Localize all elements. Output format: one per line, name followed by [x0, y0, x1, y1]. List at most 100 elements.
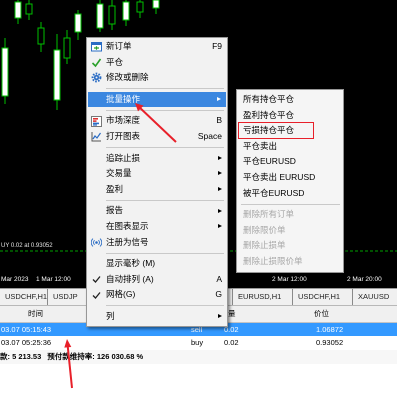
cell-time: 03.07 05:15:43	[1, 325, 52, 334]
submenu-arrow-icon	[218, 171, 222, 176]
time-axis-label: 1 Mar 12:00	[36, 276, 71, 283]
menu-item-label: 平仓卖出 EURUSD	[243, 171, 316, 182]
menu-item-volume[interactable]: 交易量	[87, 166, 227, 182]
column-header-volume[interactable]: 量	[228, 306, 236, 322]
batch-operations-submenu: 所有持仓平仓 盈利持仓平仓 亏损持仓平仓 平仓卖出 平仓EURUSD 平仓卖出 …	[236, 89, 344, 273]
menu-item-show-on-chart[interactable]: 在图表显示	[87, 219, 227, 235]
cell-price: 1.06872	[316, 325, 344, 334]
menu-item-trailing-stop[interactable]: 追踪止损	[87, 151, 227, 167]
chart-tab[interactable]: USDCHF,H1	[0, 289, 47, 305]
menu-item-profit[interactable]: 盈利	[87, 182, 227, 198]
candle	[53, 34, 61, 110]
market-depth-icon	[91, 115, 102, 127]
chart-tab[interactable]: EURUSD,H1	[232, 289, 281, 305]
annotation-highlight-box	[238, 122, 314, 139]
menu-item-grid[interactable]: 网格(G) G	[87, 287, 227, 303]
time-axis-label: Mar 2023	[1, 276, 29, 283]
candle	[74, 10, 82, 40]
cell-type: buy	[191, 338, 204, 347]
cell-time: 03.07 05:25:36	[1, 338, 52, 347]
close-check-icon	[91, 57, 102, 68]
menu-shortcut: B	[216, 115, 222, 126]
menu-item-label: 市场深度	[106, 115, 141, 126]
submenu-item-close-all[interactable]: 所有持仓平仓	[237, 92, 343, 108]
menu-item-market-depth[interactable]: 市场深度 B	[87, 113, 227, 129]
menu-shortcut: F9	[212, 41, 222, 51]
menu-item-label: 删除限价单	[243, 224, 286, 235]
signal-icon	[91, 237, 102, 248]
menu-item-columns[interactable]: 列	[87, 309, 227, 325]
menu-item-label: 平仓	[106, 56, 124, 67]
chart-tab[interactable]: XAUUSD	[352, 289, 389, 305]
menu-item-register-signal[interactable]: 注册为信号	[87, 235, 227, 251]
account-summary-row: 款: 5 213.53 预付款维持率: 126 030.68 %	[0, 350, 397, 364]
candle	[122, 0, 130, 26]
cell-price: 0.93052	[316, 338, 344, 347]
candle	[63, 30, 71, 64]
menu-item-label: 报告	[106, 205, 124, 216]
time-axis-label: 2 Mar 12:00	[272, 276, 307, 283]
balance-text: 款: 5 213.53	[0, 352, 42, 361]
checkmark-icon	[91, 274, 102, 285]
menu-item-label: 网格(G)	[106, 289, 136, 300]
menu-shortcut: G	[215, 289, 222, 300]
submenu-arrow-icon	[218, 155, 222, 160]
menu-item-label: 追踪止损	[106, 152, 141, 163]
menu-item-close-position[interactable]: 平仓	[87, 55, 227, 71]
submenu-item-delete-all-orders: 删除所有订单	[237, 207, 343, 223]
menu-item-label: 注册为信号	[106, 236, 149, 247]
candle	[37, 22, 45, 52]
menu-item-label: 删除止损限价单	[243, 255, 303, 266]
chart-tab[interactable]: USDJP	[47, 289, 78, 305]
checkmark-icon	[91, 290, 102, 301]
candle	[152, 0, 160, 14]
submenu-item-closed-by-eurusd[interactable]: 被平仓EURUSD	[237, 186, 343, 202]
candle	[96, 0, 104, 32]
menu-item-modify-delete[interactable]: 修改或删除	[87, 70, 227, 86]
menu-item-label: 批量操作	[106, 93, 141, 104]
menu-item-label: 盈利	[106, 183, 124, 194]
menu-item-label: 平仓卖出	[243, 140, 278, 151]
menu-item-label: 修改或删除	[106, 72, 149, 83]
menu-shortcut: A	[216, 273, 222, 284]
submenu-item-close-sell[interactable]: 平仓卖出	[237, 139, 343, 155]
new-order-icon	[91, 41, 102, 52]
menu-shortcut: Space	[197, 130, 222, 141]
cell-volume: 0.02	[224, 338, 239, 347]
menu-item-report[interactable]: 报告	[87, 203, 227, 219]
column-header-time[interactable]: 时间	[28, 306, 43, 322]
candle	[136, 0, 144, 18]
menu-item-label: 列	[106, 310, 115, 321]
candle	[108, 0, 116, 30]
menu-item-show-milliseconds[interactable]: 显示毫秒 (M)	[87, 256, 227, 272]
submenu-item-close-sell-eurusd[interactable]: 平仓卖出 EURUSD	[237, 170, 343, 186]
candle	[14, 0, 22, 24]
submenu-item-delete-stop-limit-orders: 删除止损限价单	[237, 254, 343, 270]
gear-icon	[91, 72, 102, 83]
menu-item-new-order[interactable]: 新订单 F9	[87, 39, 227, 55]
menu-item-label: 显示毫秒 (M)	[106, 258, 156, 269]
menu-item-batch-operations[interactable]: 批量操作	[88, 91, 226, 108]
submenu-item-close-eurusd[interactable]: 平仓EURUSD	[237, 154, 343, 170]
menu-item-label: 交易量	[106, 168, 132, 179]
submenu-arrow-icon	[218, 224, 222, 229]
menu-item-label: 所有持仓平仓	[243, 94, 295, 104]
menu-item-label: 打开图表	[106, 130, 141, 141]
submenu-arrow-icon	[217, 97, 221, 102]
submenu-arrow-icon	[218, 187, 222, 192]
submenu-item-delete-limit-orders: 删除限价单	[237, 223, 343, 239]
submenu-item-close-profitable[interactable]: 盈利持仓平仓	[237, 108, 343, 124]
context-menu: 新订单 F9 平仓 修改或删除 批量操作 市场深度 B 打开图表 Space 追…	[86, 37, 228, 327]
chart-tab[interactable]: USDCHF,H1	[292, 289, 340, 305]
submenu-arrow-icon	[218, 314, 222, 319]
time-axis-label: 2 Mar 20:00	[347, 276, 382, 283]
menu-item-label: 被平仓EURUSD	[243, 187, 305, 198]
table-row[interactable]: 03.07 05:25:36 buy 0.02 0.93052	[0, 336, 397, 349]
column-header-price[interactable]: 价位	[314, 306, 329, 322]
menu-item-open-chart[interactable]: 打开图表 Space	[87, 129, 227, 145]
margin-level-text: 预付款维持率: 126 030.68 %	[47, 352, 144, 361]
menu-item-auto-arrange[interactable]: 自动排列 (A) A	[87, 272, 227, 288]
chart-icon	[91, 131, 102, 142]
menu-item-label: 新订单	[106, 41, 132, 51]
submenu-item-delete-stop-orders: 删除止损单	[237, 238, 343, 254]
